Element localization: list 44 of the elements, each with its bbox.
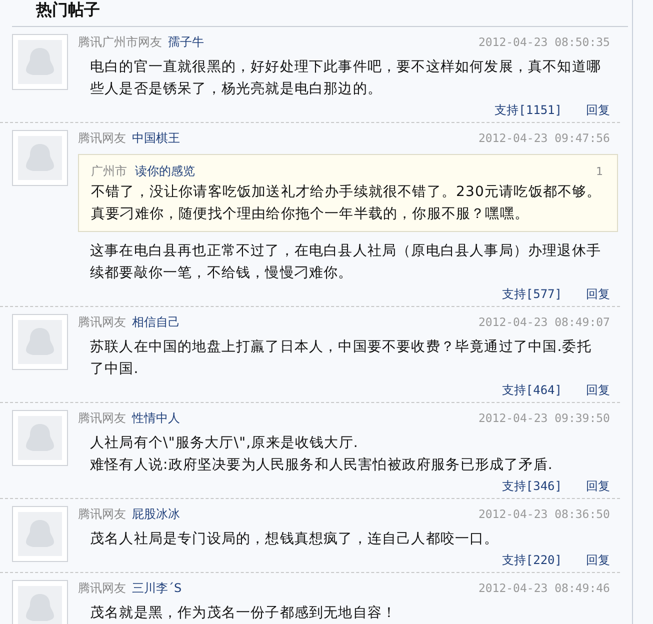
floor-number: 1 <box>596 164 603 178</box>
username-link[interactable]: 孺子牛 <box>168 34 204 51</box>
post-text: 人社局有个\"服务大厅\",原来是收钱大厅. 难怪有人说:政府坚决要为人民服务和人民害怕被政府服务已形成了矛盾. <box>89 434 554 475</box>
avatar-icon <box>18 40 62 84</box>
post-text: 茂名就是黑，作为茂名一份子都感到无地自容！ <box>89 604 398 623</box>
reply-link[interactable]: 回复 <box>586 382 610 400</box>
post-time: 2012-04-23 08:49:07 <box>478 315 610 329</box>
username-link[interactable]: 三川李ˊS <box>132 580 182 597</box>
post-source: 腾讯网友 <box>78 314 126 331</box>
post-time: 2012-04-23 09:47:56 <box>478 131 610 145</box>
username-link[interactable]: 中国棋王 <box>132 130 180 147</box>
post-text: 茂名人社局是专门设局的，想钱真想疯了，连自己人都咬一口。 <box>89 530 500 549</box>
quote-source: 广州市 <box>91 162 127 180</box>
post-source: 腾讯广州市网友 <box>78 34 162 51</box>
support-link[interactable]: 支持[577] <box>502 286 562 304</box>
username-link[interactable]: 相信自己 <box>132 314 180 331</box>
post-text: 这事在电白县再也正常不过了，在电白县人社局（原电白县人事局）办理退休手续都要敲你一笔，不给钱，慢慢刁难你。 <box>89 242 602 283</box>
post-source: 腾讯网友 <box>78 506 126 523</box>
support-link[interactable]: 支持[220] <box>502 552 562 570</box>
post-time: 2012-04-23 08:50:35 <box>478 35 610 49</box>
post-source: 腾讯网友 <box>78 410 126 427</box>
reply-link[interactable]: 回复 <box>586 102 610 120</box>
avatar-icon <box>18 136 62 180</box>
section-title: 热门帖子 <box>12 0 628 27</box>
post-text: 电白的官一直就很黑的，好好处理下此事件吧，要不这样如何发展，真不知道哪些人是否是锈呆了，杨光亮就是电白那边的。 <box>89 58 602 99</box>
avatar-icon <box>18 320 62 364</box>
reply-link[interactable]: 回复 <box>586 478 610 496</box>
avatar-icon <box>18 512 62 556</box>
username-link[interactable]: 屁股冰冰 <box>132 506 180 523</box>
post-time: 2012-04-23 08:49:46 <box>478 581 610 595</box>
support-link[interactable]: 支持[464] <box>502 382 562 400</box>
username-link[interactable]: 读你的感览 <box>135 162 195 180</box>
post-source: 腾讯网友 <box>78 130 126 147</box>
support-link[interactable]: 支持[346] <box>502 478 562 496</box>
support-link[interactable]: 支持[1151] <box>494 102 562 120</box>
post-source: 腾讯网友 <box>78 580 126 597</box>
post-time: 2012-04-23 08:36:50 <box>478 507 610 521</box>
avatar-icon <box>18 416 62 460</box>
username-link[interactable]: 性情中人 <box>132 410 180 427</box>
quote-text: 不错了，没让你请客吃饭加送礼才给办手续就很不错了。230元请吃饭都不够。真要刁难你，随便找个理由给你拖个一年半载的，你服不服？嘿嘿。 <box>91 183 602 224</box>
reply-link[interactable]: 回复 <box>586 552 610 570</box>
reply-link[interactable]: 回复 <box>586 286 610 304</box>
post-time: 2012-04-23 09:39:50 <box>478 411 610 425</box>
post-text: 苏联人在中国的地盘上打羸了日本人，中国要不要收费？毕竟通过了中国.委托了中国. <box>89 338 592 379</box>
